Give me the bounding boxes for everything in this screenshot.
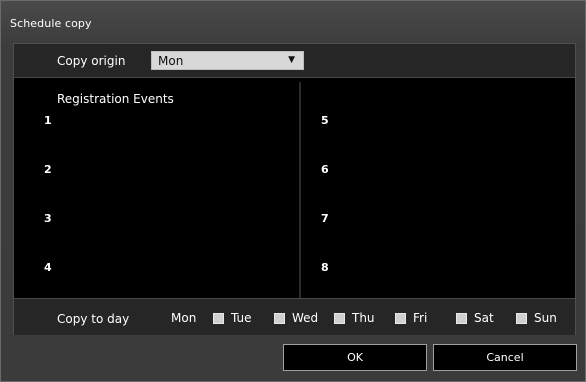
registration-events-heading: Registration Events [57,92,174,106]
schedule-panel: Copy origin Mon ▼ Registration Events 1 … [13,43,576,335]
event-number-3: 3 [44,212,52,225]
checkbox-icon[interactable] [395,312,406,324]
source-day-label: Mon [171,311,197,325]
registration-events: Registration Events 1 2 3 4 5 6 7 8 [14,79,575,299]
copy-origin-value: Mon [158,54,184,68]
copy-to-day-row: Copy to day Mon Tue Wed Thu Fri Sat Sun [14,298,575,335]
event-number-6: 6 [321,163,329,176]
checkbox-icon[interactable] [274,312,285,324]
day-checkbox-sat[interactable]: Sat [456,311,494,325]
copy-origin-label: Copy origin [57,54,126,68]
event-number-8: 8 [321,261,329,274]
event-number-4: 4 [44,261,52,274]
dialog-title: Schedule copy [10,17,92,30]
event-number-2: 2 [44,163,52,176]
day-label-sat: Sat [474,311,494,325]
copy-origin-select[interactable]: Mon ▼ [151,51,304,70]
day-label-wed: Wed [292,311,319,325]
event-number-1: 1 [44,114,52,127]
day-label-sun: Sun [534,311,557,325]
day-checkbox-thu[interactable]: Thu [334,311,375,325]
copy-to-day-label: Copy to day [57,312,130,326]
day-checkbox-tue[interactable]: Tue [213,311,252,325]
checkbox-icon[interactable] [456,312,467,324]
day-label-tue: Tue [231,311,252,325]
day-label-thu: Thu [352,311,375,325]
event-number-5: 5 [321,114,329,127]
checkbox-icon[interactable] [516,312,527,324]
day-checkbox-fri[interactable]: Fri [395,311,427,325]
day-checkbox-wed[interactable]: Wed [274,311,318,325]
cancel-button[interactable]: Cancel [433,344,577,371]
day-checkbox-sun[interactable]: Sun [516,311,557,325]
events-divider [299,82,301,299]
event-number-7: 7 [321,212,329,225]
ok-button[interactable]: OK [283,344,427,371]
dropdown-arrow-icon: ▼ [288,55,295,65]
checkbox-icon[interactable] [213,312,224,324]
day-label-fri: Fri [413,311,428,325]
copy-origin-row: Copy origin Mon ▼ [14,44,575,78]
schedule-copy-dialog: Schedule copy Copy origin Mon ▼ Registra… [0,0,586,382]
checkbox-icon[interactable] [334,312,345,324]
